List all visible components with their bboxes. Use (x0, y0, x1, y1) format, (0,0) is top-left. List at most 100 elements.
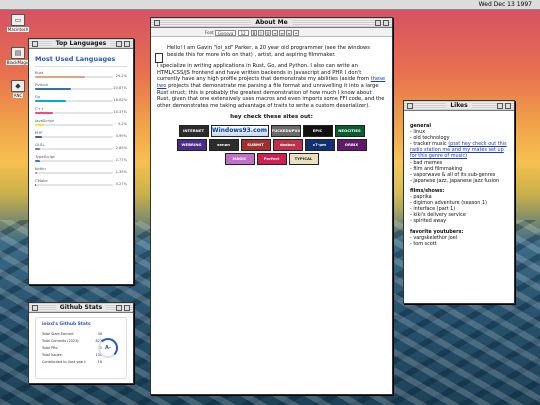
bold-button[interactable]: B (251, 30, 258, 36)
desktop-icon-label: BlackMagic (5, 60, 31, 65)
language-bar-track (35, 88, 113, 90)
language-bar-fill (35, 160, 40, 162)
language-row: GLSL 2.85% (35, 142, 127, 154)
language-percent: 10.37% (113, 110, 127, 114)
language-name: Python (35, 82, 49, 87)
language-percent: 18.02% (113, 98, 127, 102)
desktop-icon-macintosh[interactable]: ▭ Macintosh (5, 14, 31, 32)
language-row: JavaScript 5.2% (35, 118, 127, 130)
language-row: C++ 10.37% (35, 106, 127, 118)
language-row: Kotlin 1.35% (35, 166, 127, 178)
likes-titlebar[interactable]: Likes (404, 101, 514, 111)
list-item: - japanese jazz, japanese jazz fusion (410, 177, 500, 184)
window-title: Github Stats (55, 304, 107, 311)
format-toolbar: Font Geneva 12 B I U ≡ ≡ ≡ • (151, 28, 392, 37)
language-row: Go 18.02% (35, 94, 127, 106)
likes-content: general - linux - old technology - track… (404, 111, 514, 247)
language-bar-track (35, 112, 113, 114)
site-badge[interactable]: EPIC (302, 124, 333, 137)
align-right-button[interactable]: ≡ (286, 30, 293, 36)
language-bar-track (35, 136, 113, 138)
site-badge[interactable]: FUCKEDUPVISION (270, 124, 301, 137)
intro-paragraph: Hello! I am Gavin "ioi_xd" Parker, a 20 … (167, 45, 370, 58)
language-percent: 5.2% (117, 122, 127, 126)
zoom-box-icon[interactable] (116, 41, 122, 47)
about-me-window[interactable]: About Me Font Geneva 12 B I U ≡ ≡ ≡ • Hello! I… (150, 17, 393, 395)
site-badge[interactable]: SUBMIT (240, 138, 271, 151)
site-badges: INTERNET ARCHIVEWindows93.comFUCKEDUPVIS… (157, 124, 386, 165)
site-badge[interactable]: Windows93.com (210, 124, 269, 137)
language-bar-fill (35, 88, 71, 90)
language-percent: 2.77% (115, 158, 127, 162)
close-box-icon[interactable] (407, 103, 413, 109)
close-box-icon[interactable] (32, 41, 38, 47)
top-languages-window[interactable]: Top Languages Most Used Languages Rust 29… (28, 38, 134, 285)
skills-text-a: I specialize in writing applications in … (157, 63, 371, 83)
window-title: About Me (251, 19, 292, 26)
site-badge[interactable]: TYPICAL TECH (288, 152, 319, 165)
language-bar-track (35, 172, 113, 174)
collapse-box-icon[interactable] (383, 20, 389, 26)
align-center-button[interactable]: ≡ (279, 30, 286, 36)
language-row: TypeScript 2.77% (35, 154, 127, 166)
github-stats-card-title: ioixd's Github Stats (42, 322, 91, 327)
size-select[interactable]: 12 (237, 30, 249, 36)
zoom-box-icon[interactable] (375, 20, 381, 26)
stat-label: Total Issues: (42, 353, 63, 357)
list-item-tracker-music: - tracker music (psst hey check out this… (410, 141, 508, 159)
language-row: PHP 3.99% (35, 130, 127, 142)
underline-button[interactable]: U (265, 30, 272, 36)
github-stat-row: Total Issues: 136 (42, 353, 102, 357)
github-stats-window[interactable]: Github Stats ioixd's Github Stats Total … (28, 302, 134, 384)
site-badge[interactable]: Perfect PlayGame (256, 152, 287, 165)
language-percent: 0.27% (115, 182, 127, 186)
skills-text-b: projects that demonstrate me parsing a f… (157, 82, 385, 109)
site-badge[interactable]: dosbox (272, 138, 303, 151)
language-bar-track (35, 100, 113, 102)
close-box-icon[interactable] (32, 305, 38, 311)
desktop-icon-label: ANC (12, 93, 24, 98)
zoom-box-icon[interactable] (497, 103, 503, 109)
close-box-icon[interactable] (154, 20, 160, 26)
most-used-languages-heading: Most Used Languages (35, 55, 116, 63)
about-me-titlebar[interactable]: About Me (151, 18, 392, 28)
github-grade-ring: A- (98, 338, 118, 358)
top-languages-titlebar[interactable]: Top Languages (29, 39, 133, 49)
language-name: Rust (35, 70, 44, 75)
stat-label: Total Commits (2023): (42, 339, 80, 343)
collapse-box-icon[interactable] (124, 41, 130, 47)
likes-window[interactable]: Likes general - linux - old technology -… (403, 100, 515, 304)
site-badge[interactable]: c7-pm (304, 138, 335, 151)
language-bar-fill (35, 124, 44, 126)
github-stat-row: Total Stars Earned: 36 (42, 332, 102, 336)
italic-button[interactable]: I (258, 30, 265, 36)
menu-bar-clock[interactable]: Wed Dec 13 1997 (479, 0, 532, 10)
github-stats-titlebar[interactable]: Github Stats (29, 303, 133, 313)
window-title: Likes (446, 102, 472, 109)
language-percent: 29.2% (115, 74, 127, 78)
language-percent: 20.87% (113, 86, 127, 90)
site-badge[interactable]: WEBRING (176, 138, 207, 151)
language-bar-track (35, 124, 113, 126)
about-me-content: Hello! I am Gavin "ioi_xd" Parker, a 20 … (151, 37, 392, 165)
app-icon: ◆ (11, 80, 25, 92)
site-badge[interactable]: INTERNET ARCHIVE (178, 124, 209, 137)
collapse-box-icon[interactable] (124, 305, 130, 311)
language-bar-fill (35, 172, 38, 174)
site-badge[interactable]: ORBIX (336, 138, 367, 151)
github-stats-card: ioixd's Github Stats Total Stars Earned:… (35, 317, 127, 379)
font-select[interactable]: Geneva (214, 30, 237, 36)
collapse-box-icon[interactable] (505, 103, 511, 109)
zoom-box-icon[interactable] (116, 305, 122, 311)
align-left-button[interactable]: ≡ (272, 30, 279, 36)
site-badge[interactable]: xenon (208, 138, 239, 151)
site-badge[interactable]: NEOCITIES (334, 124, 365, 137)
language-name: Kotlin (35, 166, 46, 171)
list-button[interactable]: • (293, 30, 300, 36)
sites-heading: hey check these sites out: (230, 114, 313, 121)
language-bar-track (35, 76, 113, 78)
desktop-icon-label: Macintosh (6, 27, 30, 32)
github-stat-row: Total PRs: 35 (42, 346, 102, 350)
language-name: TypeScript (35, 154, 55, 159)
site-badge[interactable]: MAGIC (224, 152, 255, 165)
